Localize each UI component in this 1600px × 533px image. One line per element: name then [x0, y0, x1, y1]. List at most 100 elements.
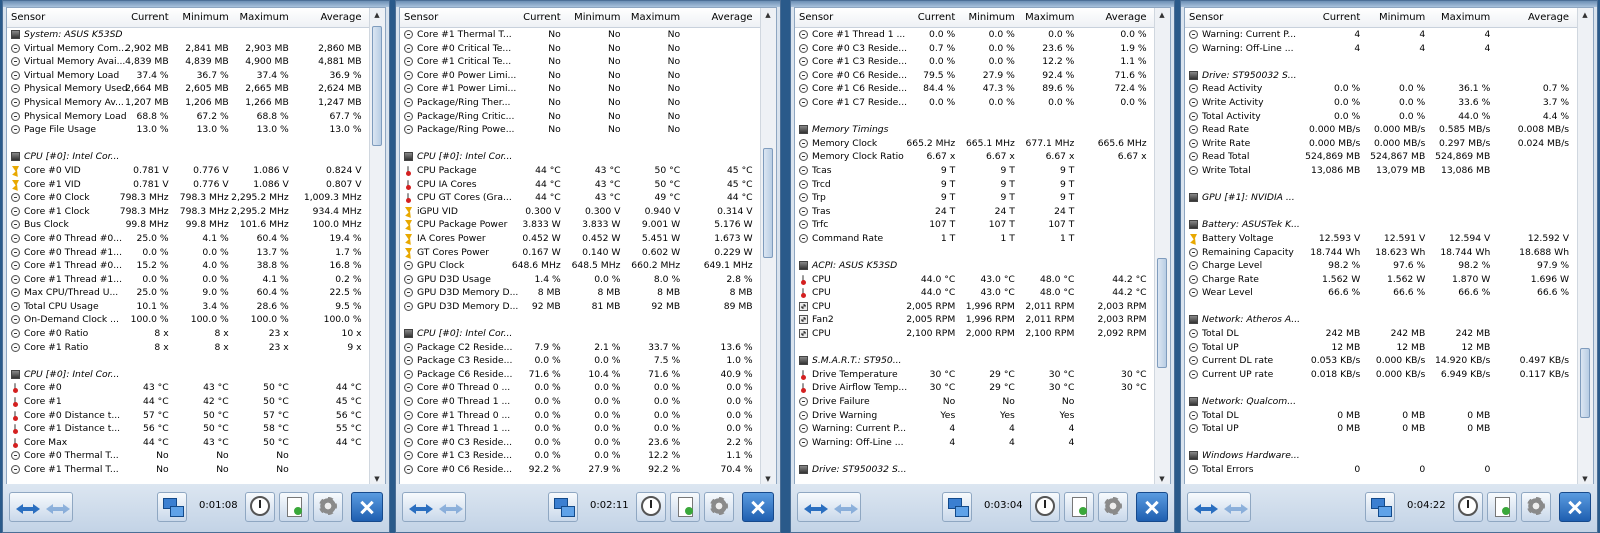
- sensor-row[interactable]: Trp 9 T 9 T 9 T: [795, 191, 1154, 205]
- sensor-row[interactable]: Trfc 107 T 107 T 107 T: [795, 218, 1154, 232]
- sensor-row[interactable]: Warning: Current P... 4 4 4: [1185, 28, 1577, 42]
- sensor-row[interactable]: Total UP 12 MB 12 MB 12 MB: [1185, 341, 1577, 355]
- sensor-row[interactable]: Core #0 Distance t... 57 °C 50 °C 57 °C 56 °…: [7, 409, 369, 423]
- sensor-row[interactable]: GPU D3D Memory D... 92 MB 81 MB 92 MB 89 MB: [400, 300, 760, 314]
- sensor-row[interactable]: Core #1 Thermal T... No No No: [400, 28, 760, 42]
- network-button[interactable]: [548, 492, 578, 522]
- close-button[interactable]: [351, 492, 383, 522]
- sensor-row[interactable]: GT Cores Power 0.167 W 0.140 W 0.602 W 0.229…: [400, 246, 760, 260]
- scroll-down-arrow[interactable]: ▼: [372, 474, 382, 484]
- sensor-row[interactable]: Core #0 C3 Reside... 0.0 % 0.0 % 23.6 % 2.2 …: [400, 436, 760, 450]
- column-current[interactable]: Current: [1323, 12, 1361, 23]
- sensor-group[interactable]: CPU [#0]: Intel Cor...: [400, 150, 760, 164]
- sensor-group[interactable]: Network: Qualcom...: [1185, 395, 1577, 409]
- scroll-down-arrow[interactable]: ▼: [1157, 474, 1167, 484]
- sensor-group[interactable]: GPU [#1]: NVIDIA ...: [1185, 191, 1577, 205]
- sensor-row[interactable]: Core #0 Thread #0... 25.0 % 4.1 % 60.4 % 19.…: [7, 232, 369, 246]
- logging-button[interactable]: [279, 492, 309, 522]
- sensor-row[interactable]: IA Cores Power 0.452 W 0.452 W 5.451 W 1.673…: [400, 232, 760, 246]
- reset-clock-button[interactable]: [245, 492, 275, 522]
- column-minimum[interactable]: Minimum: [1379, 12, 1425, 23]
- sensor-row[interactable]: Core #1 Clock 798.3 MHz 798.3 MHz 2,295.2 M…: [7, 205, 369, 219]
- sensor-row[interactable]: Remaining Capacity 18.744 Wh 18.623 Wh 18.7…: [1185, 246, 1577, 260]
- column-average[interactable]: Average: [712, 12, 753, 23]
- sensor-row[interactable]: Core #1 Thread #0... 15.2 % 4.0 % 38.8 % 16.…: [7, 259, 369, 273]
- scrollbar[interactable]: ▲ ▼: [1154, 8, 1170, 486]
- column-minimum[interactable]: Minimum: [182, 12, 228, 23]
- sensor-row[interactable]: Core #1 Distance t... 56 °C 50 °C 58 °C 55 °…: [7, 422, 369, 436]
- sensor-row[interactable]: Core #0 Thermal T... No No No: [7, 449, 369, 463]
- sensor-row[interactable]: Command Rate 1 T 1 T 1 T: [795, 232, 1154, 246]
- sensor-row[interactable]: Drive Airflow Temp... 30 °C 29 °C 30 °C 30 °…: [795, 381, 1154, 395]
- sensor-row[interactable]: Tcas 9 T 9 T 9 T: [795, 164, 1154, 178]
- sensor-row[interactable]: CPU 44.0 °C 43.0 °C 48.0 °C 44.2 °C: [795, 273, 1154, 287]
- sensor-row[interactable]: Total CPU Usage 10.1 % 3.4 % 28.6 % 9.5 %: [7, 300, 369, 314]
- reset-clock-button[interactable]: [1453, 492, 1483, 522]
- sensor-row[interactable]: Warning: Off-Line ... 4 4 4: [795, 436, 1154, 450]
- column-average[interactable]: Average: [320, 12, 361, 23]
- scroll-thumb[interactable]: [372, 26, 382, 146]
- sensor-group[interactable]: S.M.A.R.T.: ST950...: [795, 354, 1154, 368]
- expand-collapse-button[interactable]: [9, 492, 73, 522]
- sensor-row[interactable]: Core #1 44 °C 42 °C 50 °C 45 °C: [7, 395, 369, 409]
- sensor-group[interactable]: Network: Atheros A...: [1185, 313, 1577, 327]
- sensor-row[interactable]: Package C6 Reside... 71.6 % 10.4 % 71.6 % 40…: [400, 368, 760, 382]
- column-maximum[interactable]: Maximum: [1025, 12, 1074, 23]
- sensor-row[interactable]: Physical Memory Load 68.8 % 67.2 % 68.8 % 67…: [7, 110, 369, 124]
- sensor-row[interactable]: Read Rate 0.000 MB/s 0.000 MB/s 0.585 MB/s 0…: [1185, 123, 1577, 137]
- sensor-row[interactable]: Trcd 9 T 9 T 9 T: [795, 178, 1154, 192]
- sensor-row[interactable]: Memory Clock Ratio 6.67 x 6.67 x 6.67 x 6.67…: [795, 150, 1154, 164]
- logging-button[interactable]: [1487, 492, 1517, 522]
- sensor-row[interactable]: Total DL 242 MB 242 MB 242 MB: [1185, 327, 1577, 341]
- scroll-up-arrow[interactable]: ▲: [1580, 10, 1590, 20]
- sensor-row[interactable]: Read Total 524,869 MB 524,867 MB 524,869 MB: [1185, 150, 1577, 164]
- sensor-row[interactable]: Warning: Current P... 4 4 4: [795, 422, 1154, 436]
- column-sensor[interactable]: Sensor: [404, 12, 438, 23]
- scrollbar[interactable]: ▲ ▼: [760, 8, 776, 486]
- sensor-row[interactable]: Core #1 Thread 1 ... 0.0 % 0.0 % 0.0 % 0.0 %: [795, 28, 1154, 42]
- sensor-row[interactable]: Drive Warning Yes Yes Yes: [795, 409, 1154, 423]
- sensor-row[interactable]: Memory Clock 665.2 MHz 665.1 MHz 677.1 MHz 6…: [795, 137, 1154, 151]
- network-button[interactable]: [1365, 492, 1395, 522]
- sensor-row[interactable]: Core #0 Power Limi... No No No: [400, 69, 760, 83]
- sensor-row[interactable]: CPU 2,100 RPM 2,000 RPM 2,100 RPM 2,092 RPM: [795, 327, 1154, 341]
- reset-clock-button[interactable]: [636, 492, 666, 522]
- sensor-row[interactable]: Package/Ring Critic... No No No: [400, 110, 760, 124]
- column-sensor[interactable]: Sensor: [799, 12, 833, 23]
- sensor-row[interactable]: Core #1 VID 0.781 V 0.776 V 1.086 V 0.807 V: [7, 178, 369, 192]
- column-average[interactable]: Average: [1106, 12, 1147, 23]
- sensor-row[interactable]: Core #1 C3 Reside... 0.0 % 0.0 % 12.2 % 1.1 …: [795, 55, 1154, 69]
- sensor-row[interactable]: Core #1 Power Limi... No No No: [400, 82, 760, 96]
- scroll-thumb[interactable]: [763, 148, 773, 258]
- sensor-row[interactable]: iGPU VID 0.300 V 0.300 V 0.940 V 0.314 V: [400, 205, 760, 219]
- close-button[interactable]: [742, 492, 774, 522]
- sensor-row[interactable]: Core #1 Ratio 8 x 8 x 23 x 9 x: [7, 341, 369, 355]
- sensor-row[interactable]: CPU IA Cores 44 °C 43 °C 50 °C 45 °C: [400, 178, 760, 192]
- sensor-row[interactable]: Core #0 Thread #1... 0.0 % 0.0 % 13.7 % 1.7 …: [7, 246, 369, 260]
- column-minimum[interactable]: Minimum: [968, 12, 1014, 23]
- sensor-row[interactable]: Warning: Off-Line ... 4 4 4: [1185, 42, 1577, 56]
- column-sensor[interactable]: Sensor: [1189, 12, 1223, 23]
- sensor-row[interactable]: Core #1 Thread 0 ... 0.0 % 0.0 % 0.0 % 0.0 %: [400, 409, 760, 423]
- scroll-up-arrow[interactable]: ▲: [763, 10, 773, 20]
- sensor-row[interactable]: Charge Level 98.2 % 97.6 % 98.2 % 97.9 %: [1185, 259, 1577, 273]
- sensor-row[interactable]: GPU D3D Memory D... 8 MB 8 MB 8 MB 8 MB: [400, 286, 760, 300]
- column-maximum[interactable]: Maximum: [239, 12, 288, 23]
- sensor-row[interactable]: Core #0 VID 0.781 V 0.776 V 1.086 V 0.824 V: [7, 164, 369, 178]
- sensor-group[interactable]: CPU [#0]: Intel Cor...: [7, 368, 369, 382]
- sensor-row[interactable]: Core #0 C6 Reside... 79.5 % 27.9 % 92.4 % 71…: [795, 69, 1154, 83]
- sensor-row[interactable]: Core #0 Clock 798.3 MHz 798.3 MHz 2,295.2 M…: [7, 191, 369, 205]
- sensor-row[interactable]: Max CPU/Thread U... 25.0 % 9.0 % 60.4 % 22.5…: [7, 286, 369, 300]
- column-current[interactable]: Current: [918, 12, 956, 23]
- sensor-row[interactable]: Package C2 Reside... 7.9 % 2.1 % 33.7 % 13.6…: [400, 341, 760, 355]
- sensor-row[interactable]: Write Rate 0.000 MB/s 0.000 MB/s 0.297 MB/s…: [1185, 137, 1577, 151]
- sensor-row[interactable]: Core #0 C6 Reside... 92.2 % 27.9 % 92.2 % 70…: [400, 463, 760, 477]
- sensor-group[interactable]: System: ASUS K53SD: [7, 28, 369, 42]
- sensor-row[interactable]: Current UP rate 0.018 KB/s 0.000 KB/s 6.949…: [1185, 368, 1577, 382]
- sensor-row[interactable]: Core #0 C3 Reside... 0.7 % 0.0 % 23.6 % 1.9 …: [795, 42, 1154, 56]
- logging-button[interactable]: [1064, 492, 1094, 522]
- sensor-row[interactable]: Charge Rate 1.562 W 1.562 W 1.870 W 1.696 W: [1185, 273, 1577, 287]
- sensor-row[interactable]: Battery Voltage 12.593 V 12.591 V 12.594 V 1…: [1185, 232, 1577, 246]
- sensor-row[interactable]: Core #0 Ratio 8 x 8 x 23 x 10 x: [7, 327, 369, 341]
- scrollbar[interactable]: ▲ ▼: [369, 8, 385, 486]
